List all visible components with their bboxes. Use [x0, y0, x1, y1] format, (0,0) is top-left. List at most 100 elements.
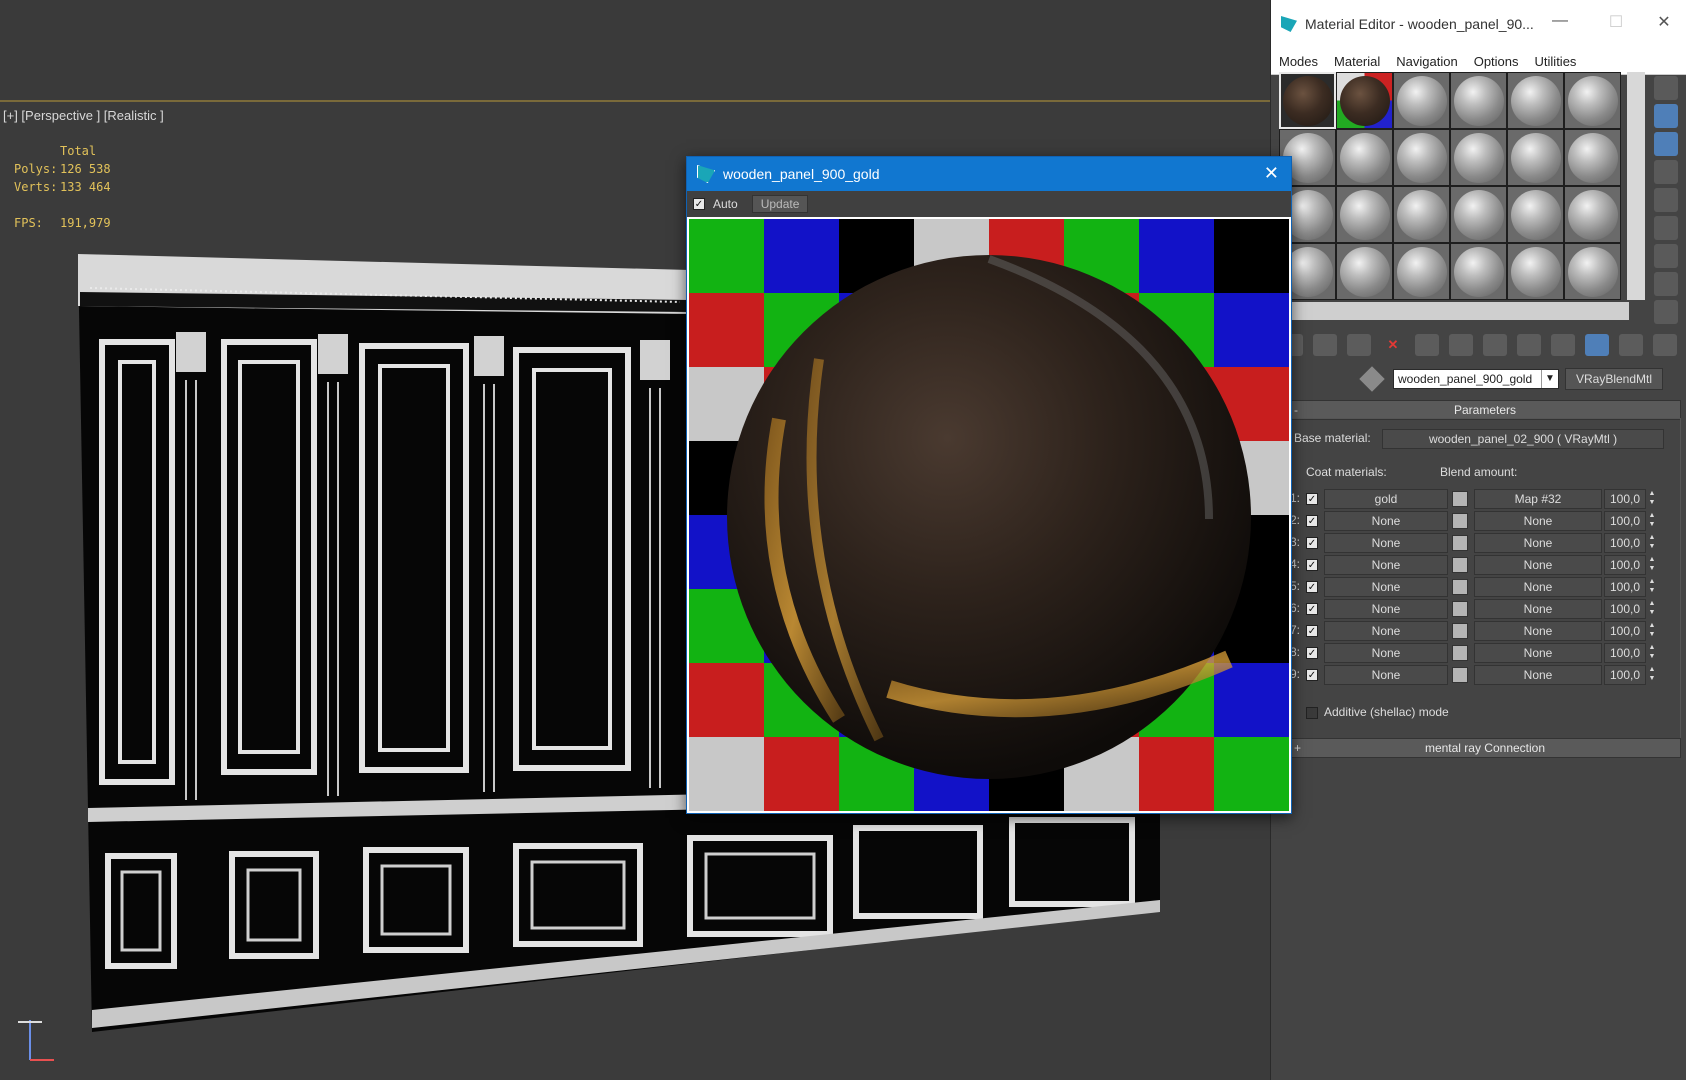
sample-slot[interactable] — [1393, 72, 1450, 129]
sample-slot[interactable] — [1336, 129, 1393, 186]
sample-slot[interactable] — [1507, 186, 1564, 243]
sample-slot[interactable] — [1393, 129, 1450, 186]
chevron-down-icon[interactable]: ▼ — [1541, 370, 1558, 388]
blend-amount-field[interactable]: 100,0 — [1604, 643, 1646, 663]
blend-map-button[interactable]: None — [1474, 621, 1602, 641]
sample-slot[interactable] — [1564, 72, 1621, 129]
sample-slot[interactable] — [1507, 72, 1564, 129]
spinner-icon[interactable]: ▲ ▼ — [1648, 665, 1656, 683]
menu-material[interactable]: Material — [1334, 54, 1380, 69]
pick-material-icon[interactable] — [1653, 334, 1677, 356]
show-in-viewport-icon[interactable] — [1517, 334, 1541, 356]
update-button[interactable]: Update — [751, 195, 809, 213]
coat-material-button[interactable]: None — [1324, 555, 1448, 575]
blend-amount-field[interactable]: 100,0 — [1604, 577, 1646, 597]
options-icon[interactable] — [1654, 244, 1678, 268]
minimize-icon[interactable]: — — [1545, 12, 1575, 30]
blend-color-swatch[interactable] — [1452, 491, 1468, 507]
spinner-icon[interactable]: ▲ ▼ — [1648, 577, 1656, 595]
blend-color-swatch[interactable] — [1452, 535, 1468, 551]
blend-map-button[interactable]: None — [1474, 555, 1602, 575]
sample-slot[interactable] — [1564, 186, 1621, 243]
eyedropper-icon[interactable] — [1359, 366, 1385, 392]
coat-enable-checkbox[interactable]: ✓ — [1306, 515, 1318, 527]
spinner-icon[interactable]: ▲ ▼ — [1648, 555, 1656, 573]
sample-slot[interactable] — [1450, 243, 1507, 300]
spinner-icon[interactable]: ▲ ▼ — [1648, 533, 1656, 551]
material-id-channel-icon[interactable] — [1483, 334, 1507, 356]
spinner-icon[interactable]: ▲ ▼ — [1648, 489, 1656, 507]
preview-titlebar[interactable]: wooden_panel_900_gold ✕ — [687, 157, 1291, 191]
material-type-button[interactable]: VRayBlendMtl — [1565, 368, 1663, 390]
coat-enable-checkbox[interactable]: ✓ — [1306, 581, 1318, 593]
close-icon[interactable]: ✕ — [1649, 12, 1679, 32]
sample-slot[interactable] — [1450, 186, 1507, 243]
spinner-icon[interactable]: ▲ ▼ — [1648, 599, 1656, 617]
menu-modes[interactable]: Modes — [1279, 54, 1318, 69]
auto-checkbox[interactable]: ✓ — [693, 198, 705, 210]
put-to-library-icon[interactable] — [1449, 334, 1473, 356]
sample-slot[interactable] — [1564, 129, 1621, 186]
blend-amount-field[interactable]: 100,0 — [1604, 621, 1646, 641]
blend-amount-field[interactable]: 100,0 — [1604, 489, 1646, 509]
spinner-icon[interactable]: ▲ ▼ — [1648, 643, 1656, 661]
blend-color-swatch[interactable] — [1452, 557, 1468, 573]
blend-amount-field[interactable]: 100,0 — [1604, 665, 1646, 685]
additive-mode-checkbox[interactable] — [1306, 707, 1318, 719]
coat-material-button[interactable]: None — [1324, 621, 1448, 641]
blend-map-button[interactable]: None — [1474, 577, 1602, 597]
blend-map-button[interactable]: None — [1474, 665, 1602, 685]
blend-amount-field[interactable]: 100,0 — [1604, 555, 1646, 575]
sample-slot[interactable] — [1450, 72, 1507, 129]
sample-slot[interactable] — [1336, 243, 1393, 300]
blend-color-swatch[interactable] — [1452, 645, 1468, 661]
sample-slot[interactable] — [1507, 129, 1564, 186]
maximize-icon[interactable]: ☐ — [1601, 12, 1631, 32]
material-navigator-icon[interactable] — [1654, 300, 1678, 324]
coat-enable-checkbox[interactable]: ✓ — [1306, 625, 1318, 637]
blend-map-button[interactable]: None — [1474, 533, 1602, 553]
parameters-rollout[interactable]: - Parameters — [1289, 400, 1681, 420]
coat-material-button[interactable]: None — [1324, 511, 1448, 531]
slots-horizontal-scrollbar[interactable] — [1279, 302, 1629, 320]
blend-color-swatch[interactable] — [1452, 513, 1468, 529]
coat-enable-checkbox[interactable]: ✓ — [1306, 493, 1318, 505]
sample-slot[interactable] — [1336, 186, 1393, 243]
show-end-result-icon[interactable] — [1551, 334, 1575, 356]
put-to-scene-icon[interactable] — [1313, 334, 1337, 356]
mental-ray-rollout[interactable]: + mental ray Connection — [1289, 738, 1681, 758]
backlight-icon[interactable] — [1654, 104, 1678, 128]
sample-slot[interactable] — [1393, 243, 1450, 300]
blend-map-button[interactable]: Map #32 — [1474, 489, 1602, 509]
material-name-field[interactable]: wooden_panel_900_gold ▼ — [1393, 369, 1559, 389]
make-unique-icon[interactable] — [1415, 334, 1439, 356]
close-icon[interactable]: ✕ — [1264, 163, 1279, 184]
slots-vertical-scrollbar[interactable] — [1627, 72, 1645, 300]
delete-icon[interactable]: ✕ — [1381, 334, 1405, 356]
coat-enable-checkbox[interactable]: ✓ — [1306, 647, 1318, 659]
coat-enable-checkbox[interactable]: ✓ — [1306, 537, 1318, 549]
blend-color-swatch[interactable] — [1452, 601, 1468, 617]
spinner-icon[interactable]: ▲ ▼ — [1648, 621, 1656, 639]
sample-slot[interactable] — [1507, 243, 1564, 300]
sample-uv-tiling-icon[interactable] — [1654, 160, 1678, 184]
background-checker-icon[interactable] — [1654, 132, 1678, 156]
sample-slot[interactable] — [1564, 243, 1621, 300]
blend-map-button[interactable]: None — [1474, 643, 1602, 663]
menu-utilities[interactable]: Utilities — [1535, 54, 1577, 69]
blend-map-button[interactable]: None — [1474, 511, 1602, 531]
go-forward-sibling-icon[interactable] — [1619, 334, 1643, 356]
coat-material-button[interactable]: gold — [1324, 489, 1448, 509]
coat-material-button[interactable]: None — [1324, 533, 1448, 553]
blend-map-button[interactable]: None — [1474, 599, 1602, 619]
coat-material-button[interactable]: None — [1324, 599, 1448, 619]
video-color-check-icon[interactable] — [1654, 188, 1678, 212]
blend-color-swatch[interactable] — [1452, 667, 1468, 683]
blend-color-swatch[interactable] — [1452, 623, 1468, 639]
sample-slot[interactable] — [1336, 72, 1393, 129]
base-material-button[interactable]: wooden_panel_02_900 ( VRayMtl ) — [1382, 429, 1664, 449]
coat-enable-checkbox[interactable]: ✓ — [1306, 559, 1318, 571]
go-to-parent-icon[interactable] — [1585, 334, 1609, 356]
assign-to-selection-icon[interactable] — [1347, 334, 1371, 356]
select-by-material-icon[interactable] — [1654, 272, 1678, 296]
